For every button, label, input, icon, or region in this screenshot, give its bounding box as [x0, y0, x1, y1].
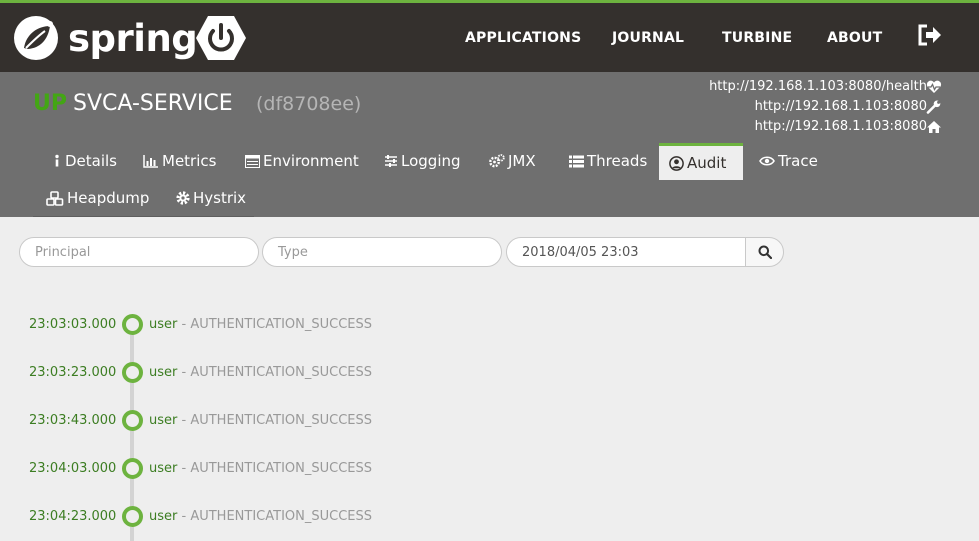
tab-metrics-label: Metrics [162, 152, 217, 170]
event-time: 23:03:23.000 [29, 365, 117, 380]
nav-about[interactable]: ABOUT [827, 30, 882, 46]
tab-environment[interactable]: Environment [235, 142, 369, 180]
tab-hystrix-label: Hystrix [193, 189, 247, 207]
tab-hystrix[interactable]: Hystrix [166, 179, 256, 217]
tab-logging[interactable]: Logging [374, 142, 471, 180]
tab-logging-label: Logging [401, 152, 461, 170]
event-type: - AUTHENTICATION_SUCCESS [181, 365, 373, 380]
management-url[interactable]: http://192.168.1.103:8080 [755, 99, 943, 114]
application-id: (df8708ee) [256, 93, 362, 115]
tab-divider [33, 216, 254, 217]
timeline-dot-icon [122, 506, 143, 527]
tab-heapdump-label: Heapdump [67, 189, 150, 207]
tab-audit[interactable]: Audit [659, 143, 743, 180]
event-type: - AUTHENTICATION_SUCCESS [181, 509, 373, 524]
tab-jmx-label: JMX [508, 152, 536, 170]
audit-event[interactable]: 23:04:03.000 user - AUTHENTICATION_SUCCE… [0, 457, 979, 481]
spring-logo[interactable]: spring [12, 14, 198, 62]
gear-icon [176, 191, 190, 205]
health-url[interactable]: http://192.168.1.103:8080/health [709, 79, 943, 94]
event-time: 23:03:03.000 [29, 317, 117, 332]
type-placeholder: Type [278, 244, 308, 260]
sliders-icon [385, 155, 397, 167]
event-description: user - AUTHENTICATION_SUCCESS [149, 461, 372, 476]
principal-filter-input[interactable]: Principal [19, 237, 259, 267]
audit-event[interactable]: 23:03:43.000 user - AUTHENTICATION_SUCCE… [0, 409, 979, 433]
event-time: 23:03:43.000 [29, 413, 117, 428]
spring-boot-power-icon [196, 16, 246, 60]
event-description: user - AUTHENTICATION_SUCCESS [149, 365, 372, 380]
event-principal: user [149, 413, 178, 428]
tab-trace-label: Trace [778, 152, 818, 170]
list-icon [569, 155, 584, 167]
tab-environment-label: Environment [263, 152, 359, 170]
eye-icon [759, 156, 775, 166]
event-description: user - AUTHENTICATION_SUCCESS [149, 317, 372, 332]
tab-audit-label: Audit [687, 154, 727, 172]
tab-details[interactable]: Details [42, 142, 127, 180]
cogs-icon [489, 154, 505, 168]
event-type: - AUTHENTICATION_SUCCESS [181, 317, 373, 332]
tab-metrics[interactable]: Metrics [133, 142, 226, 180]
heartbeat-icon [926, 80, 942, 93]
home-icon [927, 121, 941, 133]
type-filter-input[interactable]: Type [262, 237, 502, 267]
date-filter-input[interactable]: 2018/04/05 23:03 [506, 237, 747, 267]
timeline-dot-icon [122, 458, 143, 479]
audit-event[interactable]: 23:03:03.000 user - AUTHENTICATION_SUCCE… [0, 313, 979, 337]
event-principal: user [149, 317, 178, 332]
nav-journal[interactable]: JOURNAL [612, 30, 684, 46]
brand-name: spring [68, 16, 198, 60]
tab-heapdump[interactable]: Heapdump [36, 179, 159, 217]
event-description: user - AUTHENTICATION_SUCCESS [149, 413, 372, 428]
cubes-icon [46, 190, 64, 206]
audit-event[interactable]: 23:03:23.000 user - AUTHENTICATION_SUCCE… [0, 361, 979, 385]
event-principal: user [149, 509, 178, 524]
event-time: 23:04:23.000 [29, 509, 117, 524]
timeline-dot-icon [122, 314, 143, 335]
wrench-icon [926, 100, 941, 114]
timeline-dot-icon [122, 410, 143, 431]
event-description: user - AUTHENTICATION_SUCCESS [149, 509, 372, 524]
tab-jmx[interactable]: JMX [479, 142, 546, 180]
tab-details-label: Details [65, 152, 118, 170]
timeline-dot-icon [122, 362, 143, 383]
event-principal: user [149, 461, 178, 476]
search-button[interactable] [745, 237, 784, 267]
spring-leaf-icon [14, 16, 58, 60]
event-principal: user [149, 365, 178, 380]
event-time: 23:04:03.000 [29, 461, 117, 476]
principal-placeholder: Principal [35, 244, 91, 260]
application-name: SVCA-SERVICE [73, 91, 233, 116]
nav-turbine[interactable]: TURBINE [722, 30, 792, 46]
instance-header: UP SVCA-SERVICE (df8708ee) http://192.16… [0, 72, 979, 217]
tab-threads-label: Threads [587, 152, 648, 170]
nav-applications[interactable]: APPLICATIONS [465, 30, 581, 46]
audit-event[interactable]: 23:04:23.000 user - AUTHENTICATION_SUCCE… [0, 505, 979, 529]
status-badge: UP [33, 91, 67, 116]
event-type: - AUTHENTICATION_SUCCESS [181, 413, 373, 428]
tab-trace[interactable]: Trace [749, 142, 828, 180]
tab-threads[interactable]: Threads [559, 142, 657, 180]
date-value: 2018/04/05 23:03 [522, 244, 639, 260]
sign-out-icon[interactable] [917, 23, 943, 47]
list-icon [245, 154, 260, 168]
info-icon [55, 154, 59, 167]
user-circle-icon [669, 155, 684, 171]
top-navbar: spring APPLICATIONS JOURNAL TURBINE ABOU… [0, 0, 979, 72]
search-icon [758, 245, 772, 259]
bar-chart-icon [143, 155, 158, 168]
service-url[interactable]: http://192.168.1.103:8080 [755, 119, 943, 134]
event-type: - AUTHENTICATION_SUCCESS [181, 461, 373, 476]
